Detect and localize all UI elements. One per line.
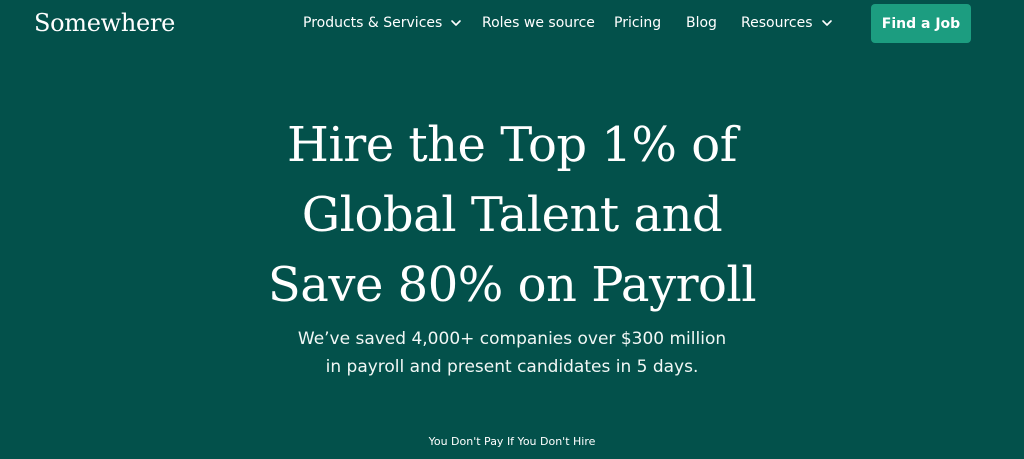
headline-line: Save 80% on Payroll bbox=[267, 257, 757, 313]
find-a-job-button[interactable]: Find a Job bbox=[871, 4, 971, 43]
logo[interactable]: Somewhere bbox=[34, 6, 175, 40]
nav-label: Resources bbox=[741, 15, 813, 31]
hero-tagline: You Don't Pay If You Don't Hire bbox=[428, 435, 596, 448]
nav-item-blog[interactable]: Blog bbox=[686, 11, 717, 35]
subtext-line: in payroll and present candidates in 5 d… bbox=[325, 357, 699, 377]
nav-item-roles-we-source[interactable]: Roles we source bbox=[482, 11, 595, 35]
hero-subtext: We’ve saved 4,000+ companies over $300 m… bbox=[0, 325, 1024, 381]
nav-label: Pricing bbox=[614, 15, 662, 31]
chevron-down-icon bbox=[821, 17, 833, 29]
nav-label: Roles we source bbox=[482, 15, 595, 31]
chevron-down-icon bbox=[450, 17, 462, 29]
page: Somewhere Products & Services Roles we s… bbox=[0, 0, 1024, 459]
nav-label: Blog bbox=[686, 15, 717, 31]
headline-line: Hire the Top 1% of bbox=[287, 117, 737, 173]
nav-item-products-services[interactable]: Products & Services bbox=[303, 11, 462, 35]
nav-item-resources[interactable]: Resources bbox=[741, 11, 833, 35]
nav-label: Products & Services bbox=[303, 15, 443, 31]
hero-headline: Hire the Top 1% of Global Talent and Sav… bbox=[0, 110, 1024, 320]
headline-line: Global Talent and bbox=[301, 187, 723, 243]
nav-item-pricing[interactable]: Pricing bbox=[614, 11, 661, 35]
subtext-line: We’ve saved 4,000+ companies over $300 m… bbox=[297, 329, 727, 349]
